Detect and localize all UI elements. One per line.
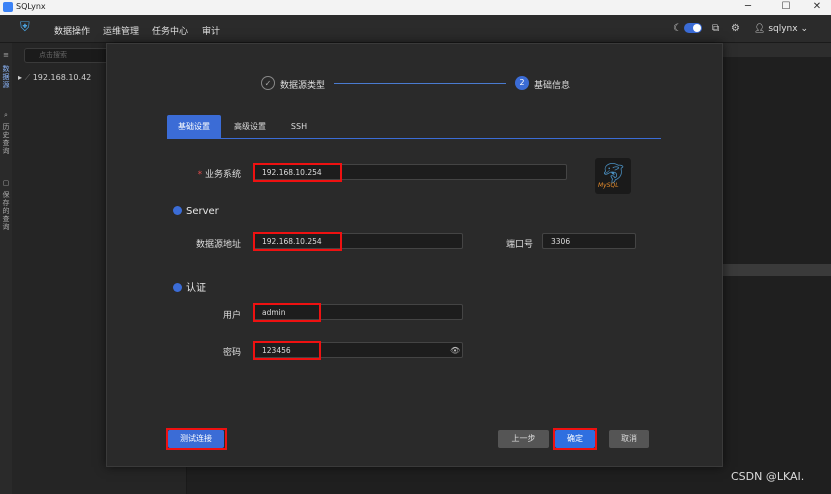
settings-icon[interactable]: ⚙ bbox=[731, 23, 740, 34]
user-name: sqlynx bbox=[768, 24, 798, 34]
user-menu[interactable]: 👤︎ sqlynx ⌄ bbox=[754, 24, 808, 34]
datasource-dialog: ✓ 数据源类型 2 基础信息 基础设置 高级设置 SSH * 业务系统 192.… bbox=[106, 43, 723, 467]
app-logo-icon bbox=[3, 2, 13, 12]
app-menubar: ⛨ 数据操作 运维管理 任务中心 审计 ☾ ⧉ ⚙ 👤︎ sqlynx ⌄ bbox=[0, 15, 831, 43]
tab-basic-settings[interactable]: 基础设置 bbox=[167, 115, 221, 138]
menu-data-ops[interactable]: 数据操作 bbox=[54, 24, 90, 37]
auth-section-text: 认证 bbox=[186, 283, 206, 294]
section-dot-icon bbox=[173, 283, 182, 292]
window-titlebar: SQLynx ─ ☐ ✕ bbox=[0, 0, 831, 15]
highlight-user bbox=[253, 303, 321, 322]
rail-datasource[interactable]: 数据源 bbox=[1, 65, 11, 89]
watermark: CSDN @LKAI. bbox=[731, 470, 805, 483]
port-input[interactable]: 3306 bbox=[542, 233, 636, 249]
rail-history[interactable]: 历史查询 bbox=[1, 123, 11, 155]
mysql-logo-text: MySQL bbox=[598, 182, 619, 189]
port-label: 端口号 bbox=[505, 240, 533, 250]
chevron-down-icon: ⌄ bbox=[800, 24, 808, 34]
eye-icon[interactable]: 👁︎ bbox=[450, 346, 460, 355]
mysql-logo: 🐬︎ MySQL bbox=[595, 158, 631, 194]
window-title: SQLynx bbox=[16, 2, 46, 11]
history-icon: ⌕ bbox=[4, 111, 8, 119]
menu-ops-management[interactable]: 运维管理 bbox=[103, 24, 139, 37]
step-datasource-type: 数据源类型 bbox=[280, 81, 326, 91]
sqlynx-logo-icon: ⛨ bbox=[20, 20, 30, 35]
section-dot-icon bbox=[173, 206, 182, 215]
required-asterisk: * bbox=[197, 170, 205, 180]
user-icon: 👤︎ bbox=[754, 24, 766, 34]
step-done-icon: ✓ bbox=[261, 76, 275, 90]
minimize-button[interactable]: ─ bbox=[738, 1, 758, 12]
theme-toggle[interactable] bbox=[684, 23, 702, 33]
highlight-confirm bbox=[553, 428, 597, 450]
workspace-divider bbox=[720, 264, 831, 276]
business-system-label: * 业务系统 bbox=[167, 167, 241, 180]
server-section-text: Server bbox=[186, 206, 219, 217]
database-icon: ≡ bbox=[3, 51, 9, 59]
server-section-title: Server bbox=[173, 206, 219, 217]
tab-advanced-settings[interactable]: 高级设置 bbox=[225, 115, 275, 138]
close-button[interactable]: ✕ bbox=[807, 1, 827, 12]
settings-tabs: 基础设置 高级设置 SSH bbox=[167, 115, 661, 139]
caret-right-icon[interactable]: ▸ bbox=[18, 73, 22, 82]
menu-audit[interactable]: 审计 bbox=[202, 24, 220, 37]
highlight-password bbox=[253, 341, 321, 360]
password-label: 密码 bbox=[222, 348, 241, 358]
auth-section-title: 认证 bbox=[173, 279, 206, 294]
tree-item-label: 192.168.10.42 bbox=[32, 73, 92, 82]
highlight-test-connection bbox=[166, 428, 227, 450]
step-basic-info: 基础信息 bbox=[534, 81, 571, 91]
previous-step-button[interactable]: 上一步 bbox=[498, 430, 549, 448]
moon-icon[interactable]: ☾ bbox=[673, 23, 682, 34]
tree-item-datasource[interactable]: ▸ ⟋ 192.168.10.42 bbox=[18, 73, 91, 83]
cancel-button[interactable]: 取消 bbox=[609, 430, 649, 448]
server-icon: ⟋ bbox=[24, 73, 31, 82]
menu-task-center[interactable]: 任务中心 bbox=[152, 24, 188, 37]
step-connector bbox=[334, 83, 506, 84]
datasource-address-label: 数据源地址 bbox=[195, 240, 241, 250]
rail-saved[interactable]: 保存的查询 bbox=[1, 191, 11, 231]
maximize-button[interactable]: ☐ bbox=[776, 1, 796, 12]
user-label: 用户 bbox=[222, 311, 241, 321]
step-current-icon: 2 bbox=[515, 76, 529, 90]
tab-ssh[interactable]: SSH bbox=[279, 115, 319, 138]
highlight-datasource-address bbox=[253, 232, 342, 251]
saved-icon: ▢ bbox=[2, 179, 10, 187]
translate-icon[interactable]: ⧉ bbox=[712, 23, 719, 34]
highlight-business-system bbox=[253, 163, 342, 182]
business-system-label-text: 业务系统 bbox=[204, 170, 241, 180]
